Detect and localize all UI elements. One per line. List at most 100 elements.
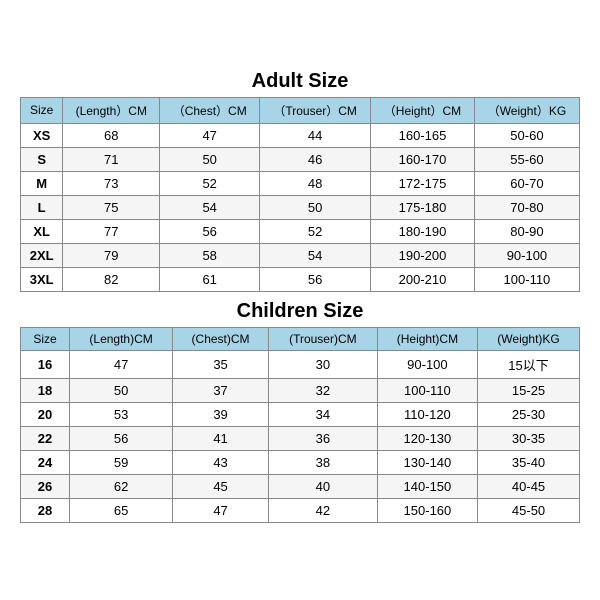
children-cell: 30	[268, 350, 377, 378]
adult-table-row: 2XL795854190-20090-100	[21, 243, 580, 267]
children-cell: 43	[173, 450, 269, 474]
children-col-header: (Trouser)CM	[268, 327, 377, 350]
adult-cell: XS	[21, 123, 63, 147]
children-cell: 37	[173, 378, 269, 402]
adult-cell: 50	[160, 147, 260, 171]
adult-cell: 73	[63, 171, 160, 195]
children-table-row: 18503732100-11015-25	[21, 378, 580, 402]
children-title: Children Size	[20, 300, 580, 323]
adult-cell: 2XL	[21, 243, 63, 267]
size-chart-container: Adult Size Size(Length）CM（Chest）CM（Trous…	[10, 60, 590, 541]
adult-cell: 68	[63, 123, 160, 147]
adult-col-header: （Chest）CM	[160, 97, 260, 123]
children-cell: 140-150	[377, 474, 477, 498]
children-cell: 20	[21, 402, 70, 426]
adult-col-header: （Weight）KG	[474, 97, 579, 123]
adult-title: Adult Size	[20, 70, 580, 93]
adult-cell: 46	[260, 147, 371, 171]
adult-cell: 90-100	[474, 243, 579, 267]
adult-cell: 175-180	[371, 195, 475, 219]
children-cell: 150-160	[377, 498, 477, 522]
adult-cell: 48	[260, 171, 371, 195]
adult-table-row: 3XL826156200-210100-110	[21, 267, 580, 291]
adult-cell: 190-200	[371, 243, 475, 267]
adult-cell: 75	[63, 195, 160, 219]
adult-cell: 54	[160, 195, 260, 219]
adult-cell: 58	[160, 243, 260, 267]
children-cell: 47	[70, 350, 173, 378]
adult-cell: 50	[260, 195, 371, 219]
adult-cell: 82	[63, 267, 160, 291]
children-cell: 56	[70, 426, 173, 450]
children-header-row: Size(Length)CM(Chest)CM(Trouser)CM(Heigh…	[21, 327, 580, 350]
adult-cell: 160-170	[371, 147, 475, 171]
adult-cell: 60-70	[474, 171, 579, 195]
children-cell: 110-120	[377, 402, 477, 426]
children-cell: 30-35	[478, 426, 580, 450]
adult-col-header: Size	[21, 97, 63, 123]
adult-cell: 71	[63, 147, 160, 171]
adult-cell: 50-60	[474, 123, 579, 147]
children-table-row: 1647353090-10015以下	[21, 350, 580, 378]
children-cell: 130-140	[377, 450, 477, 474]
adult-cell: S	[21, 147, 63, 171]
children-table: Size(Length)CM(Chest)CM(Trouser)CM(Heigh…	[20, 327, 580, 523]
children-cell: 38	[268, 450, 377, 474]
adult-col-header: （Trouser）CM	[260, 97, 371, 123]
adult-cell: 80-90	[474, 219, 579, 243]
children-cell: 28	[21, 498, 70, 522]
adult-cell: 55-60	[474, 147, 579, 171]
children-cell: 39	[173, 402, 269, 426]
children-cell: 53	[70, 402, 173, 426]
children-cell: 26	[21, 474, 70, 498]
adult-cell: 70-80	[474, 195, 579, 219]
adult-table-row: XS684744160-16550-60	[21, 123, 580, 147]
children-cell: 40-45	[478, 474, 580, 498]
adult-table: Size(Length）CM（Chest）CM（Trouser）CM（Heigh…	[20, 97, 580, 292]
adult-table-row: M735248172-17560-70	[21, 171, 580, 195]
children-cell: 50	[70, 378, 173, 402]
children-cell: 15-25	[478, 378, 580, 402]
adult-cell: M	[21, 171, 63, 195]
children-table-row: 20533934110-12025-30	[21, 402, 580, 426]
adult-cell: 3XL	[21, 267, 63, 291]
adult-cell: 160-165	[371, 123, 475, 147]
children-col-header: Size	[21, 327, 70, 350]
children-cell: 18	[21, 378, 70, 402]
children-cell: 15以下	[478, 350, 580, 378]
children-cell: 65	[70, 498, 173, 522]
children-cell: 36	[268, 426, 377, 450]
adult-cell: 52	[160, 171, 260, 195]
adult-table-row: L755450175-18070-80	[21, 195, 580, 219]
children-cell: 35-40	[478, 450, 580, 474]
children-cell: 16	[21, 350, 70, 378]
children-cell: 40	[268, 474, 377, 498]
adult-header-row: Size(Length）CM（Chest）CM（Trouser）CM（Heigh…	[21, 97, 580, 123]
adult-col-header: （Height）CM	[371, 97, 475, 123]
children-cell: 90-100	[377, 350, 477, 378]
children-col-header: (Length)CM	[70, 327, 173, 350]
adult-table-row: S715046160-17055-60	[21, 147, 580, 171]
adult-section: Adult Size Size(Length）CM（Chest）CM（Trous…	[20, 70, 580, 292]
children-table-row: 26624540140-15040-45	[21, 474, 580, 498]
adult-cell: 44	[260, 123, 371, 147]
adult-cell: XL	[21, 219, 63, 243]
adult-cell: 200-210	[371, 267, 475, 291]
children-cell: 25-30	[478, 402, 580, 426]
adult-cell: 180-190	[371, 219, 475, 243]
adult-cell: 79	[63, 243, 160, 267]
children-table-row: 24594338130-14035-40	[21, 450, 580, 474]
children-cell: 41	[173, 426, 269, 450]
children-cell: 62	[70, 474, 173, 498]
children-cell: 59	[70, 450, 173, 474]
adult-cell: 56	[160, 219, 260, 243]
children-cell: 47	[173, 498, 269, 522]
children-cell: 35	[173, 350, 269, 378]
adult-cell: 172-175	[371, 171, 475, 195]
adult-cell: 56	[260, 267, 371, 291]
adult-cell: 61	[160, 267, 260, 291]
adult-cell: 54	[260, 243, 371, 267]
children-col-header: (Height)CM	[377, 327, 477, 350]
adult-cell: 100-110	[474, 267, 579, 291]
children-col-header: (Chest)CM	[173, 327, 269, 350]
